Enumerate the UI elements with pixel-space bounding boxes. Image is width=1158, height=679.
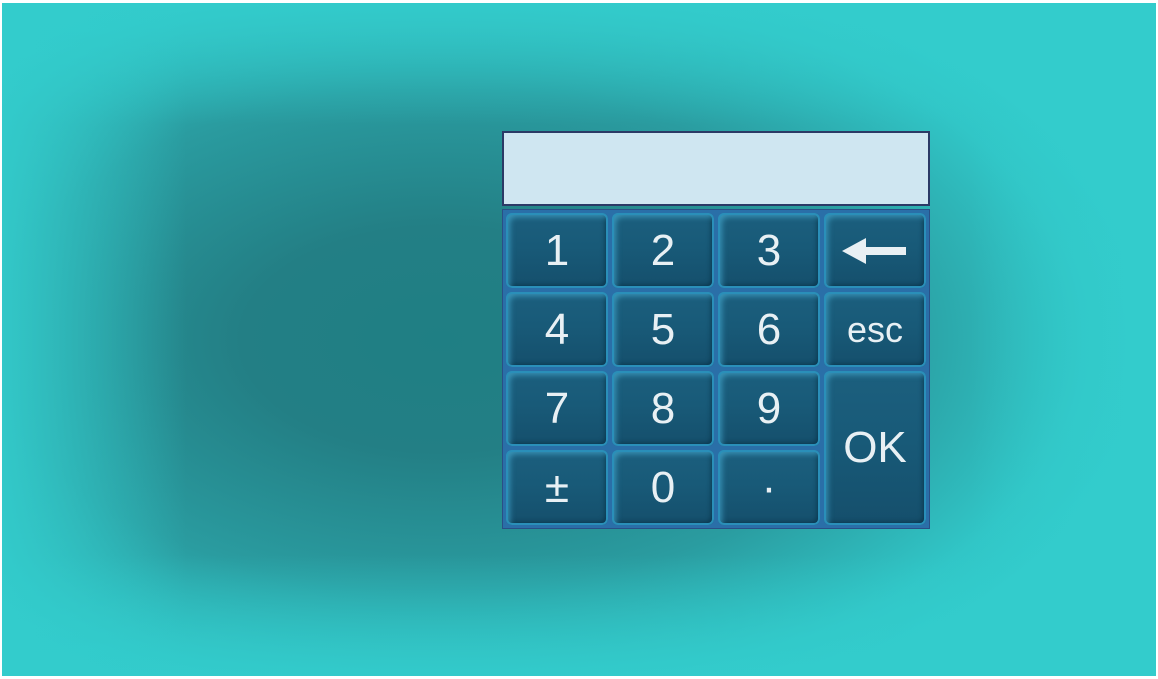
key-7[interactable]: 7 <box>506 371 608 446</box>
esc-button[interactable]: esc <box>824 292 926 367</box>
left-arrow-icon <box>842 237 906 264</box>
key-5[interactable]: 5 <box>612 292 714 367</box>
keypad-display-field[interactable] <box>502 131 930 206</box>
backspace-button[interactable] <box>824 213 926 288</box>
numeric-keypad: 1 2 3 4 5 6 esc 7 8 9 OK ± 0 · <box>502 131 930 529</box>
plus-minus-button[interactable]: ± <box>506 450 608 525</box>
key-4[interactable]: 4 <box>506 292 608 367</box>
key-8[interactable]: 8 <box>612 371 714 446</box>
key-9[interactable]: 9 <box>718 371 820 446</box>
key-2[interactable]: 2 <box>612 213 714 288</box>
ok-button[interactable]: OK <box>824 371 926 525</box>
key-0[interactable]: 0 <box>612 450 714 525</box>
key-3[interactable]: 3 <box>718 213 820 288</box>
key-6[interactable]: 6 <box>718 292 820 367</box>
screen-background: 1 2 3 4 5 6 esc 7 8 9 OK ± 0 · <box>2 3 1156 676</box>
decimal-point-button[interactable]: · <box>718 450 820 525</box>
keypad-grid: 1 2 3 4 5 6 esc 7 8 9 OK ± 0 · <box>502 209 930 529</box>
key-1[interactable]: 1 <box>506 213 608 288</box>
